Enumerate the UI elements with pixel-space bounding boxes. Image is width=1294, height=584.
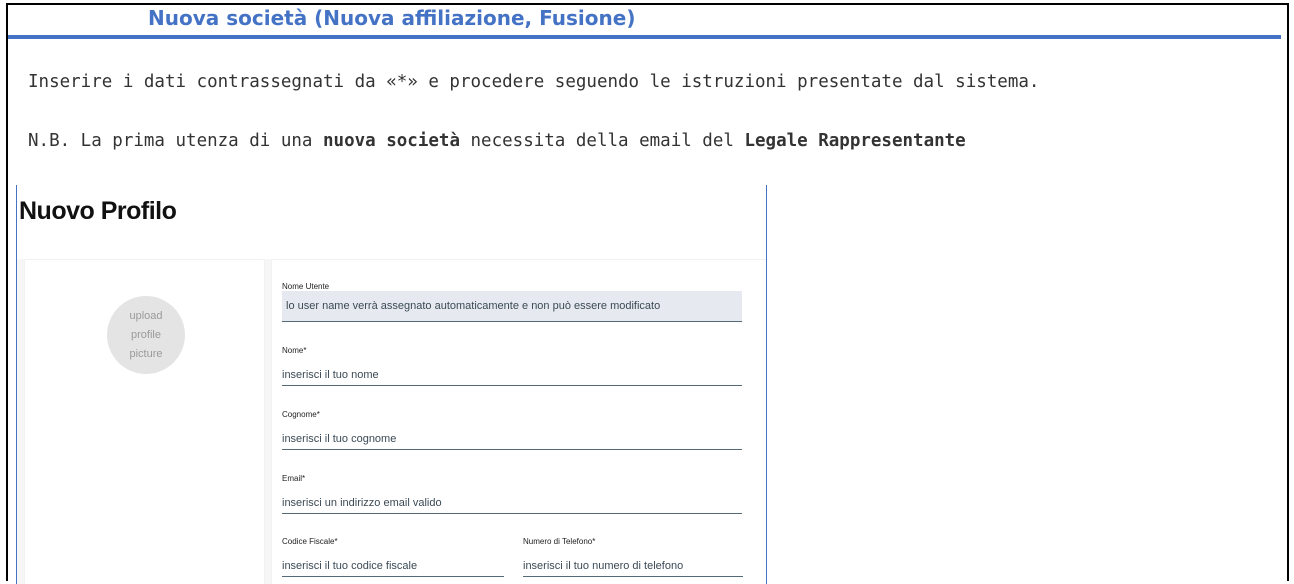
cognome-input[interactable]: inserisci il tuo cognome [282,433,396,445]
email-label: Email* [282,474,306,483]
note-middle: necessita della email del [459,131,745,151]
section-title: Nuova società (Nuova affiliazione, Fusio… [148,6,636,30]
section-header: Nuova società (Nuova affiliazione, Fusio… [8,0,1281,39]
nome-label: Nome* [282,346,307,355]
nome-input[interactable]: inserisci il tuo nome [282,369,379,381]
codice-fiscale-field[interactable]: Codice Fiscale* inserisci il tuo codice … [282,537,504,577]
username-field: Nome Utente lo user name verrà assegnato… [282,282,742,322]
avatar-card: upload profile picture [25,260,264,584]
cognome-field[interactable]: Cognome* inserisci il tuo cognome [282,410,742,450]
nome-field[interactable]: Nome* inserisci il tuo nome [282,346,742,386]
telefono-label: Numero di Telefono* [523,537,596,546]
codice-fiscale-label: Codice Fiscale* [282,537,338,546]
profile-title: Nuovo Profilo [19,197,177,225]
profile-header: Nuovo Profilo [17,185,766,259]
note-bold-new-company: nuova società [323,131,460,151]
cognome-label: Cognome* [282,410,320,419]
profile-form-screenshot: Nuovo Profilo upload profile picture Nom… [16,185,767,584]
note-prefix: N.B. La prima utenza di una [28,131,324,151]
telefono-field[interactable]: Numero di Telefono* inserisci il tuo num… [523,537,743,577]
upload-profile-picture-button[interactable]: upload profile picture [107,296,185,374]
telefono-input[interactable]: inserisci il tuo numero di telefono [523,560,683,572]
email-field[interactable]: Email* inserisci un indirizzo email vali… [282,474,742,514]
instruction-text: Inserire i dati contrassegnati da «*» e … [28,72,1040,92]
codice-fiscale-input[interactable]: inserisci il tuo codice fiscale [282,560,417,572]
note-bold-legal-rep: Legale Rappresentante [744,131,966,151]
email-input[interactable]: inserisci un indirizzo email valido [282,497,442,509]
profile-form-card: Nome Utente lo user name verrà assegnato… [272,260,766,584]
username-label: Nome Utente [282,282,330,291]
username-value: lo user name verrà assegnato automaticam… [286,300,661,312]
avatar-label: upload profile picture [129,309,163,360]
note-text: N.B. La prima utenza di una nuova societ… [28,131,966,151]
